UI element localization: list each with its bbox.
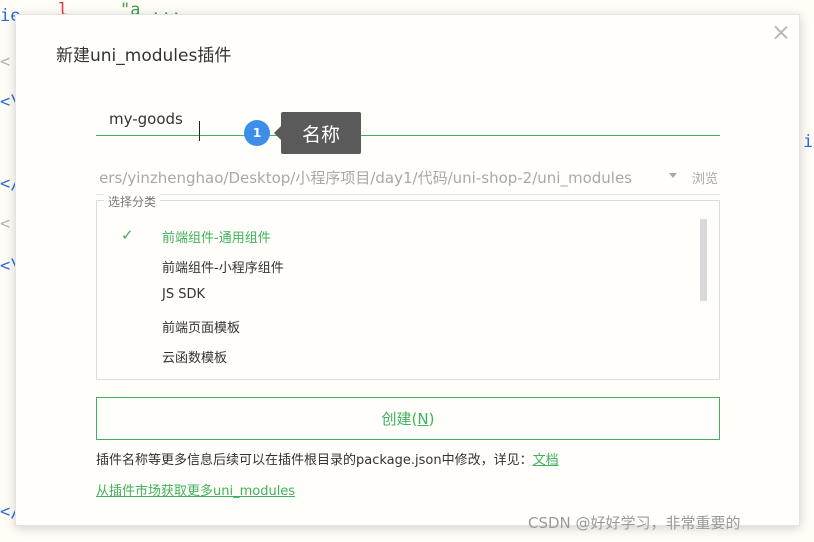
plugin-market-link[interactable]: 从插件市场获取更多uni_modules [96, 480, 295, 499]
category-item-frontend-miniprogram[interactable]: 前端组件-小程序组件 [162, 257, 284, 276]
code-fragment: < [0, 214, 11, 234]
step-number-badge: 1 [244, 120, 270, 146]
hint-text-row: 插件名称等更多信息后续可以在插件根目录的package.json中修改，详见：文… [96, 449, 559, 468]
new-uni-modules-dialog: 新建uni_modules插件 1 名称 ers/yinzhenghao/Des… [15, 14, 800, 526]
text-caret [199, 121, 200, 141]
create-label-prefix: 创建( [381, 410, 418, 428]
path-value: ers/yinzhenghao/Desktop/小程序项目/day1/代码/un… [99, 169, 632, 187]
category-list: 选择分类 ✓ 前端组件-通用组件 前端组件-小程序组件 JS SDK 前端页面模… [96, 193, 720, 380]
create-label-suffix: ) [428, 410, 435, 428]
category-scrollbar[interactable] [700, 219, 707, 301]
code-fragment: < [0, 52, 11, 72]
plugin-name-input[interactable] [96, 103, 720, 136]
category-item-js-sdk[interactable]: JS SDK [162, 287, 205, 302]
create-label-key: N [417, 410, 429, 428]
path-select[interactable]: ers/yinzhenghao/Desktop/小程序项目/day1/代码/un… [96, 159, 720, 195]
dialog-title: 新建uni_modules插件 [56, 46, 232, 66]
hint-text: 插件名称等更多信息后续可以在插件根目录的package.json中修改，详见： [96, 453, 533, 468]
category-item-frontend-common[interactable]: 前端组件-通用组件 [162, 227, 271, 246]
docs-link[interactable]: 文档 [533, 453, 559, 468]
name-tooltip: 名称 [274, 112, 361, 154]
close-icon[interactable] [773, 24, 789, 40]
check-icon: ✓ [121, 226, 134, 244]
category-item-cloud-function[interactable]: 云函数模板 [162, 347, 227, 366]
code-fragment: i [803, 132, 814, 152]
category-legend: 选择分类 [104, 193, 161, 210]
create-button[interactable]: 创建(N) [96, 397, 720, 440]
dropdown-arrow-icon[interactable] [669, 173, 677, 178]
category-item-page-template[interactable]: 前端页面模板 [162, 317, 240, 336]
browse-button[interactable]: 浏览 [692, 168, 718, 187]
watermark: CSDN @好好学习，非常重要的 [528, 514, 741, 532]
